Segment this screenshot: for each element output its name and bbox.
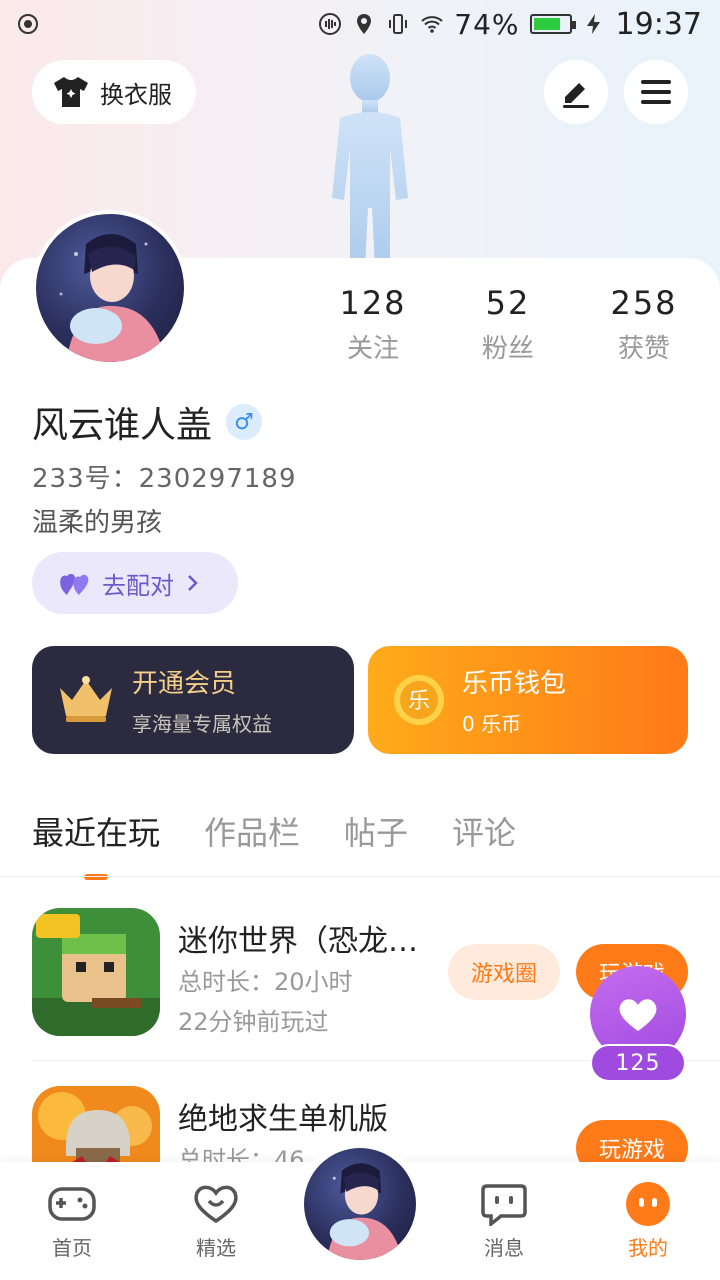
edit-icon: [563, 83, 589, 108]
battery-percent: 74%: [454, 7, 520, 41]
nav-mine[interactable]: 我的: [600, 1182, 696, 1261]
go-match-button[interactable]: 去配对: [32, 552, 238, 614]
center-avatar-button[interactable]: [298, 1142, 422, 1266]
fans-label: 粉丝: [481, 334, 534, 364]
crown-icon: [60, 676, 112, 722]
vip-subtitle: 享海量专属权益: [132, 712, 272, 736]
username-row: 风云谁人盖 ♂: [32, 396, 263, 448]
stat-likes[interactable]: 258 获赞: [579, 284, 709, 365]
username: 风云谁人盖: [32, 405, 213, 446]
following-label: 关注: [346, 334, 399, 364]
game-icon-mini-world[interactable]: [32, 908, 160, 1036]
heart-icon: [619, 999, 657, 1031]
game-circle-button[interactable]: 游戏圈: [448, 944, 560, 1000]
location-icon: [357, 14, 372, 34]
coin-glyph: 乐: [408, 689, 430, 714]
game-name: 绝地求生单机版: [178, 1102, 388, 1137]
profile-tabs: 最近在玩 作品栏 帖子 评论: [32, 808, 516, 880]
stat-fans[interactable]: 52 粉丝: [443, 284, 573, 365]
recording-icon: [18, 14, 38, 34]
like-count: 125: [590, 1044, 686, 1082]
chevron-right-icon: [188, 575, 198, 591]
battery-icon: [529, 14, 576, 34]
tab-posts[interactable]: 帖子: [344, 808, 408, 854]
tab-recently-played[interactable]: 最近在玩: [32, 808, 160, 880]
center-avatar-image: [304, 1148, 416, 1260]
profile-avatar[interactable]: [32, 210, 188, 366]
play-game-button[interactable]: 玩游戏: [576, 1120, 688, 1162]
avatar-image: [59, 234, 166, 362]
coin-icon: 乐: [394, 675, 444, 725]
vibrate-icon: [319, 13, 342, 35]
like-floating-button[interactable]: 125: [590, 966, 686, 1082]
menu-button[interactable]: [624, 60, 688, 124]
fans-count: 52: [485, 284, 531, 322]
avatar-image: [326, 1163, 403, 1260]
game-icon-pubg[interactable]: [32, 1086, 160, 1162]
clock: 19:37: [615, 6, 702, 42]
go-match-label: 去配对: [102, 571, 174, 600]
nav-featured-label: 精选: [196, 1236, 236, 1260]
vip-title: 开通会员: [132, 669, 237, 699]
face-icon: [626, 1182, 670, 1226]
following-count: 128: [339, 284, 407, 322]
game-duration: 总时长：20小时: [178, 968, 353, 996]
game-last-played: 22分钟前玩过: [178, 1008, 329, 1036]
user-bio: 温柔的男孩: [32, 508, 163, 538]
tab-comments[interactable]: 评论: [452, 808, 516, 854]
game-name: 迷你世界（恐龙…: [178, 924, 418, 959]
likes-count: 258: [610, 284, 678, 322]
wallet-balance: 0 乐币: [462, 712, 522, 736]
tab-divider: [0, 876, 720, 877]
game-artwork: [32, 1086, 160, 1162]
nav-mine-label: 我的: [628, 1236, 668, 1260]
3d-avatar-figure[interactable]: [318, 48, 422, 288]
nav-home[interactable]: 首页: [24, 1182, 120, 1261]
game-artwork: [32, 908, 160, 1036]
likes-label: 获赞: [617, 334, 670, 364]
wallet-title: 乐币钱包: [462, 669, 567, 699]
change-outfit-label: 换衣服: [100, 80, 172, 109]
wifi-icon: [421, 16, 443, 33]
tab-works[interactable]: 作品栏: [204, 808, 300, 854]
heart-smile-icon: [194, 1185, 238, 1224]
nav-home-label: 首页: [52, 1236, 92, 1260]
status-bar: 74% 19:37: [0, 0, 720, 48]
edit-profile-button[interactable]: [544, 60, 608, 124]
double-heart-icon: [60, 573, 89, 595]
nav-messages-label: 消息: [484, 1236, 524, 1260]
change-outfit-button[interactable]: 换衣服: [32, 60, 196, 124]
stat-following[interactable]: 128 关注: [308, 284, 438, 365]
user-id: 233号：230297189: [32, 464, 297, 494]
male-icon: ♂: [226, 404, 263, 440]
wallet-card[interactable]: 乐 乐币钱包 0 乐币: [368, 646, 688, 754]
game-duration: 总时长：46: [178, 1146, 305, 1162]
menu-icon: [641, 80, 671, 104]
charging-icon: [586, 14, 600, 34]
vip-membership-card[interactable]: 开通会员 享海量专属权益: [32, 646, 354, 754]
nav-featured[interactable]: 精选: [168, 1182, 264, 1261]
chat-icon: [481, 1184, 527, 1226]
phone-vibrate-icon: [389, 14, 408, 34]
gamepad-icon: [48, 1187, 96, 1221]
nav-messages[interactable]: 消息: [456, 1182, 552, 1261]
tshirt-icon: [54, 77, 88, 107]
